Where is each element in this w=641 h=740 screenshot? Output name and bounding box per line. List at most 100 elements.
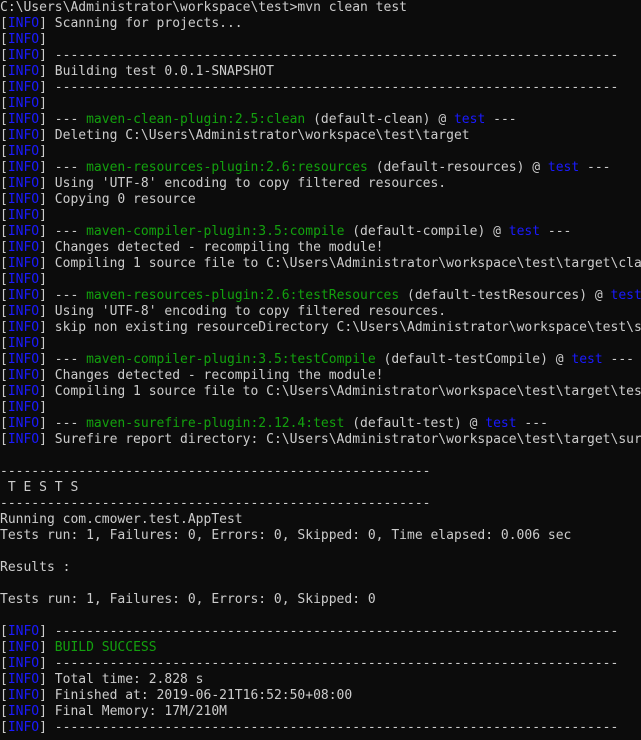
console-segment: ] (39, 96, 55, 111)
console-segment: ] Compiling 1 source file to C:\Users\Ad… (39, 256, 641, 271)
console-segment: ] (39, 400, 55, 415)
console-segment: INFO (7, 400, 40, 415)
console-segment: ] Total time: 2.828 s (39, 672, 204, 687)
console-segment: ----------------------------------------… (0, 496, 431, 511)
console-segment: maven-clean-plugin:2.5:clean (86, 112, 306, 127)
console-line-results-header: Results : (0, 560, 641, 576)
console-segment: INFO (7, 672, 40, 687)
console-segment: --- (579, 160, 611, 175)
console-segment: INFO (7, 176, 40, 191)
console-segment: test (610, 288, 641, 303)
console-segment: (default-test) @ (344, 416, 486, 431)
console-segment: Results : (0, 560, 71, 575)
console-segment: INFO (7, 656, 40, 671)
console-segment: ] --------------------------------------… (39, 720, 619, 735)
console-segment: INFO (7, 144, 40, 159)
console-segment: [ (0, 320, 8, 335)
console-segment: [ (0, 80, 8, 95)
console-segment: [ (0, 352, 8, 367)
console-line-info-blank-3: [INFO] (0, 144, 641, 160)
console-segment: (default-compile) @ (344, 224, 509, 239)
console-line-goal-testcompile: [INFO] --- maven-compiler-plugin:3.5:tes… (0, 352, 641, 368)
console-segment: INFO (7, 288, 40, 303)
console-segment: ] Surefire report directory: C:\Users\Ad… (39, 432, 641, 447)
console-segment: (default-resources) @ (367, 160, 548, 175)
console-segment: --- (516, 416, 548, 431)
console-segment: maven-compiler-plugin:3.5:testCompile (86, 352, 376, 367)
console-segment: INFO (7, 48, 40, 63)
console-segment: ] Scanning for projects... (39, 16, 243, 31)
console-segment: [ (0, 640, 8, 655)
console-segment: --- (540, 224, 572, 239)
console-segment: (default-testCompile) @ (375, 352, 572, 367)
console-segment: [ (0, 272, 8, 287)
console-segment: INFO (7, 704, 40, 719)
console-segment: INFO (7, 256, 40, 271)
console-line-info-blank-4: [INFO] (0, 208, 641, 224)
console-segment: ] (39, 144, 55, 159)
console-segment: T E S T S (0, 480, 79, 495)
console-line-running-apptest: Running com.cmower.test.AppTest (0, 512, 641, 528)
console-segment: test (508, 224, 541, 239)
console-segment: [ (0, 688, 8, 703)
console-line-blank-2 (0, 544, 641, 560)
console-segment: [ (0, 720, 8, 735)
console-segment: INFO (7, 192, 40, 207)
console-line-blank-4 (0, 608, 641, 624)
console-segment: ] Building test 0.0.1-SNAPSHOT (39, 64, 274, 79)
console-line-tests-sep-bottom: ----------------------------------------… (0, 496, 641, 512)
console-segment: [ (0, 112, 8, 127)
console-segment: INFO (7, 128, 40, 143)
console-segment: Tests run: 1, Failures: 0, Errors: 0, Sk… (0, 528, 572, 543)
console-segment: INFO (7, 16, 40, 31)
console-segment: INFO (7, 160, 40, 175)
console-segment: INFO (7, 208, 40, 223)
console-segment: ] --- (39, 224, 87, 239)
console-segment: INFO (7, 416, 40, 431)
console-line-changes-detected-1: [INFO] Changes detected - recompiling th… (0, 240, 641, 256)
console-line-build-success: [INFO] BUILD SUCCESS (0, 640, 641, 656)
console-line-prompt-line: C:\Users\Administrator\workspace\test>mv… (0, 0, 641, 16)
console-segment: [ (0, 208, 8, 223)
console-segment: INFO (7, 384, 40, 399)
console-segment: INFO (7, 320, 40, 335)
console-line-info-blank-6: [INFO] (0, 336, 641, 352)
console-segment: [ (0, 704, 8, 719)
console-segment (0, 576, 8, 591)
console-segment: ] (39, 272, 55, 287)
console-segment: test (571, 352, 603, 367)
console-line-scanning: [INFO] Scanning for projects... (0, 16, 641, 32)
console-segment: ] Finished at: 2019-06-21T16:52:50+08:00 (39, 688, 353, 703)
console-segment: ] (39, 32, 55, 47)
console-segment: ] --------------------------------------… (39, 656, 619, 671)
console-segment: ] (39, 336, 55, 351)
console-segment: INFO (7, 112, 40, 127)
console-segment: [ (0, 16, 8, 31)
console-line-goal-surefire: [INFO] --- maven-surefire-plugin:2.12.4:… (0, 416, 641, 432)
console-segment: ] --- (39, 288, 87, 303)
console-segment: INFO (7, 80, 40, 95)
console-line-sep-1: [INFO] ---------------------------------… (0, 48, 641, 64)
console-segment: Tests run: 1, Failures: 0, Errors: 0, Sk… (0, 592, 376, 607)
console-segment: INFO (7, 432, 40, 447)
console-line-goal-testresources: [INFO] --- maven-resources-plugin:2.6:te… (0, 288, 641, 304)
console-segment: INFO (7, 240, 40, 255)
console-line-finished-at: [INFO] Finished at: 2019-06-21T16:52:50+… (0, 688, 641, 704)
console-segment: ----------------------------------------… (0, 464, 431, 479)
console-segment: [ (0, 160, 8, 175)
console-line-encoding-resources: [INFO] Using 'UTF-8' encoding to copy fi… (0, 176, 641, 192)
console-segment: ] Using 'UTF-8' encoding to copy filtere… (39, 304, 447, 319)
console-segment: ] --- (39, 352, 87, 367)
terminal-console[interactable]: C:\Users\Administrator\workspace\test>mv… (0, 0, 641, 740)
console-segment: INFO (7, 640, 40, 655)
console-segment: ] Final Memory: 17M/210M (39, 704, 227, 719)
console-segment: INFO (7, 96, 40, 111)
console-line-changes-detected-2: [INFO] Changes detected - recompiling th… (0, 368, 641, 384)
console-segment: BUILD SUCCESS (54, 640, 157, 655)
console-segment: ] Compiling 1 source file to C:\Users\Ad… (39, 384, 641, 399)
console-segment (0, 448, 8, 463)
console-line-compiling-main: [INFO] Compiling 1 source file to C:\Use… (0, 256, 641, 272)
console-line-tests-sep-top: ----------------------------------------… (0, 464, 641, 480)
console-line-sep-2: [INFO] ---------------------------------… (0, 80, 641, 96)
console-segment: INFO (7, 336, 40, 351)
